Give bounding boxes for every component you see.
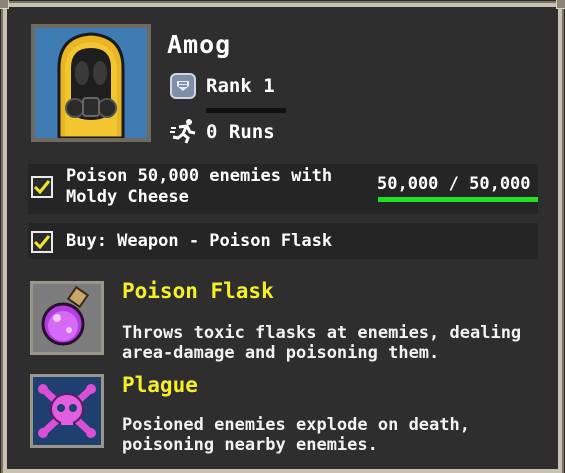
panel-corner-top-left — [0, 0, 9, 9]
character-name: Amog — [167, 30, 232, 59]
reward-description: Posioned enemies explode on death, poiso… — [122, 415, 470, 455]
task-progress-text: 50,000 / 50,000 — [377, 174, 531, 194]
task-checkbox[interactable] — [31, 176, 53, 198]
reward-icon-frame[interactable] — [30, 281, 104, 355]
reward-title: Plague — [122, 373, 198, 397]
task-label: Buy: Weapon - Poison Flask — [66, 231, 333, 251]
rank-shield-icon — [170, 73, 196, 99]
checkmark-icon — [33, 180, 51, 195]
task-progress-fill — [378, 197, 538, 202]
reward-title: Poison Flask — [122, 279, 274, 303]
hazmat-character-icon — [35, 28, 147, 140]
task-checkbox[interactable] — [31, 231, 53, 253]
runs-label: 0 Runs — [206, 121, 275, 143]
running-man-icon — [170, 119, 196, 144]
character-portrait[interactable] — [31, 24, 151, 142]
task-progress-bar — [378, 197, 538, 202]
rank-progress-bar — [206, 108, 286, 113]
checkmark-icon — [33, 235, 51, 250]
task-label: Poison 50,000 enemies with Moldy Cheese — [66, 166, 333, 207]
panel-corner-top-right — [556, 0, 565, 9]
reward-description: Throws toxic flasks at enemies, dealing … — [122, 323, 522, 363]
skull-crossbones-icon — [33, 377, 101, 445]
poison-flask-icon — [33, 284, 101, 352]
reward-icon-frame[interactable] — [30, 374, 104, 448]
rank-label: Rank 1 — [206, 75, 275, 97]
